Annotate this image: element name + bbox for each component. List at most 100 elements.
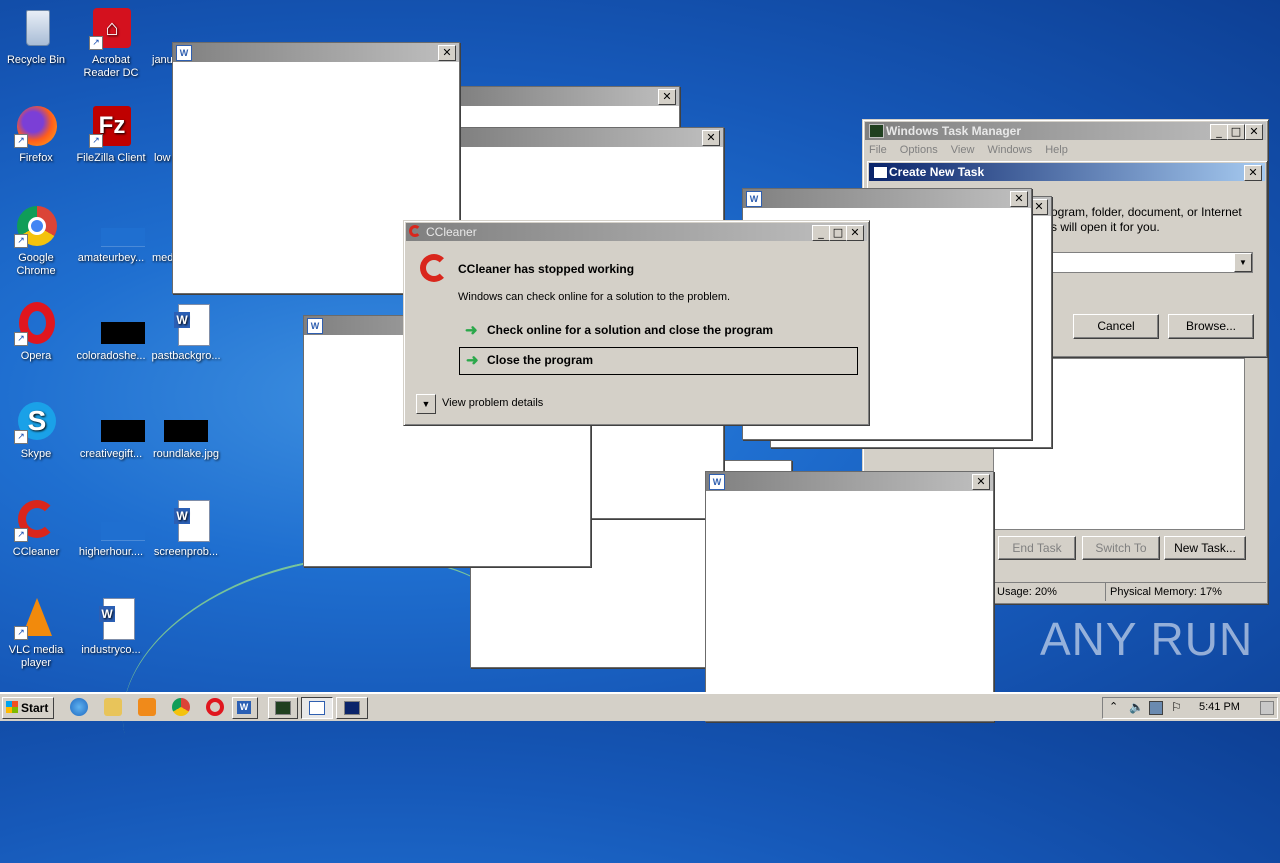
maximize-icon[interactable]: □ [1227,124,1245,140]
minimize-icon[interactable]: _ [1210,124,1228,140]
task-manager-titlebar[interactable]: Windows Task Manager _ □ ✕ [865,122,1266,140]
create-task-description: ogram, folder, document, or Internet s w… [1051,205,1242,234]
window-titlebar[interactable]: ✕ [459,87,679,106]
close-icon[interactable]: ✕ [972,474,990,490]
browse-button[interactable]: Browse... [1168,314,1254,339]
desktop-icon-roundlake[interactable]: roundlake.jpg [151,400,221,461]
close-icon[interactable]: ✕ [438,45,456,61]
check-online-option[interactable]: ➜ Check online for a solution and close … [459,319,857,341]
desktop-icon-opera[interactable]: ↗ Opera [1,302,71,363]
ccleaner-small-icon [409,225,421,237]
close-icon[interactable]: ✕ [658,89,676,105]
desktop-icon-higherhour[interactable]: higherhour.... [76,498,146,559]
chrome-icon[interactable] [172,698,190,716]
opera-icon[interactable] [206,698,224,716]
create-task-titlebar[interactable]: Create New Task ✕ [869,163,1265,181]
green-arrow-icon: ➜ [466,352,479,369]
window-titlebar[interactable]: W ✕ [743,189,1031,208]
desktop-icon-pastbackgro[interactable]: W pastbackgro... [151,302,221,363]
desktop-icon-filezilla[interactable]: Fz ↗ FileZilla Client [76,104,146,165]
file-explorer-icon[interactable] [104,698,122,716]
image-icon [89,302,145,346]
view-details-toggle[interactable]: ▼ View problem details [416,394,616,414]
acrobat-icon: ⌂ ↗ [89,6,133,50]
close-icon[interactable]: ✕ [1010,191,1028,207]
chevron-down-icon[interactable]: ▼ [1234,253,1252,272]
word-document-icon: W [89,596,135,640]
system-tray: ⌃ 🔈 ⚐ 5:41 PM [1102,697,1278,719]
menu-help[interactable]: Help [1045,144,1068,156]
blank-window-8[interactable]: W ✕ [705,471,994,722]
green-arrow-icon: ➜ [465,322,478,339]
show-hidden-icons-icon[interactable]: ⌃ [1109,700,1118,713]
desktop-icon-acrobat[interactable]: ⌂ ↗ Acrobat Reader DC [76,6,146,80]
desktop-icon-creativegift[interactable]: creativegift... [76,400,146,461]
taskbar-run-button[interactable] [301,697,333,719]
word-icon: W [237,701,251,714]
close-icon[interactable]: ✕ [846,225,864,241]
close-program-option[interactable]: ➜ Close the program [459,347,858,375]
taskbar-word-button[interactable]: W [232,697,258,719]
ccleaner-icon: ↗ [14,498,58,542]
minimize-icon[interactable]: _ [812,225,830,241]
filezilla-icon: Fz ↗ [89,104,133,148]
taskbar-task-manager-button[interactable] [268,697,298,719]
desktop-icon-vlc[interactable]: ↗ VLC media player [1,596,71,670]
open-combobox[interactable]: ▼ [1051,252,1253,273]
firefox-icon: ↗ [14,104,58,148]
show-desktop-button[interactable] [1260,701,1274,715]
desktop-icon-amateurbey[interactable]: amateurbey... [76,204,146,265]
taskbar: Start W ⌃ 🔈 ⚐ 5:41 PM [0,692,1280,721]
skype-icon: S ↗ [14,400,58,444]
menu-windows[interactable]: Windows [988,144,1033,156]
taskbar-ccleaner-error-button[interactable] [336,697,368,719]
word-icon: W [709,474,725,490]
new-task-button[interactable]: New Task... [1164,536,1246,560]
task-manager-title: Windows Task Manager [886,124,1022,138]
end-task-button[interactable]: End Task [998,536,1076,560]
close-icon[interactable]: ✕ [1244,165,1262,181]
action-center-flag-icon[interactable]: ⚐ [1171,700,1182,714]
network-icon[interactable] [1149,701,1163,715]
task-manager-icon [275,701,291,715]
word-icon: W [176,45,192,61]
image-icon [164,400,208,444]
ccleaner-error-dialog[interactable]: CCleaner _ □ ✕ CCleaner has stopped work… [403,220,870,426]
clock[interactable]: 5:41 PM [1199,701,1240,713]
window-titlebar[interactable]: W ✕ [173,43,459,62]
word-document-icon: W [164,302,210,346]
desktop-icon-firefox[interactable]: ↗ Firefox [1,104,71,165]
image-icon [89,204,145,248]
desktop-icon-industryco[interactable]: W industryco... [76,596,146,657]
desktop-icon-skype[interactable]: S ↗ Skype [1,400,71,461]
error-dialog-titlebar[interactable]: CCleaner _ □ ✕ [406,223,867,241]
vlc-icon: ↗ [14,596,58,640]
create-task-title: Create New Task [889,165,985,179]
menu-options[interactable]: Options [900,144,938,156]
chevron-down-icon[interactable]: ▼ [416,394,436,414]
error-dialog-title: CCleaner [426,225,477,239]
window-titlebar[interactable]: ✕ [459,128,723,147]
close-icon[interactable]: ✕ [702,130,720,146]
internet-explorer-icon[interactable] [70,698,88,716]
desktop-icon-recycle-bin[interactable]: Recycle Bin [1,6,71,67]
desktop-icon-chrome[interactable]: ↗ Google Chrome [1,204,71,278]
maximize-icon[interactable]: □ [829,225,847,241]
word-icon: W [746,191,762,207]
menu-file[interactable]: File [869,144,887,156]
cancel-button[interactable]: Cancel [1073,314,1159,339]
desktop-icon-ccleaner[interactable]: ↗ CCleaner [1,498,71,559]
menu-view[interactable]: View [951,144,975,156]
desktop-icon-screenprob[interactable]: W screenprob... [151,498,221,559]
error-heading: CCleaner has stopped working [458,262,635,276]
close-icon[interactable]: ✕ [1030,199,1048,215]
close-icon[interactable]: ✕ [1245,124,1263,140]
desktop-icon-coloradoshe[interactable]: coloradoshe... [76,302,146,363]
switch-to-button[interactable]: Switch To [1082,536,1160,560]
volume-icon[interactable]: 🔈 [1129,700,1144,714]
anyrun-watermark: ANY RUN [1040,613,1254,665]
image-icon [89,400,145,444]
window-titlebar[interactable]: W ✕ [706,472,993,491]
start-button[interactable]: Start [2,697,54,719]
media-player-icon[interactable] [138,698,156,716]
